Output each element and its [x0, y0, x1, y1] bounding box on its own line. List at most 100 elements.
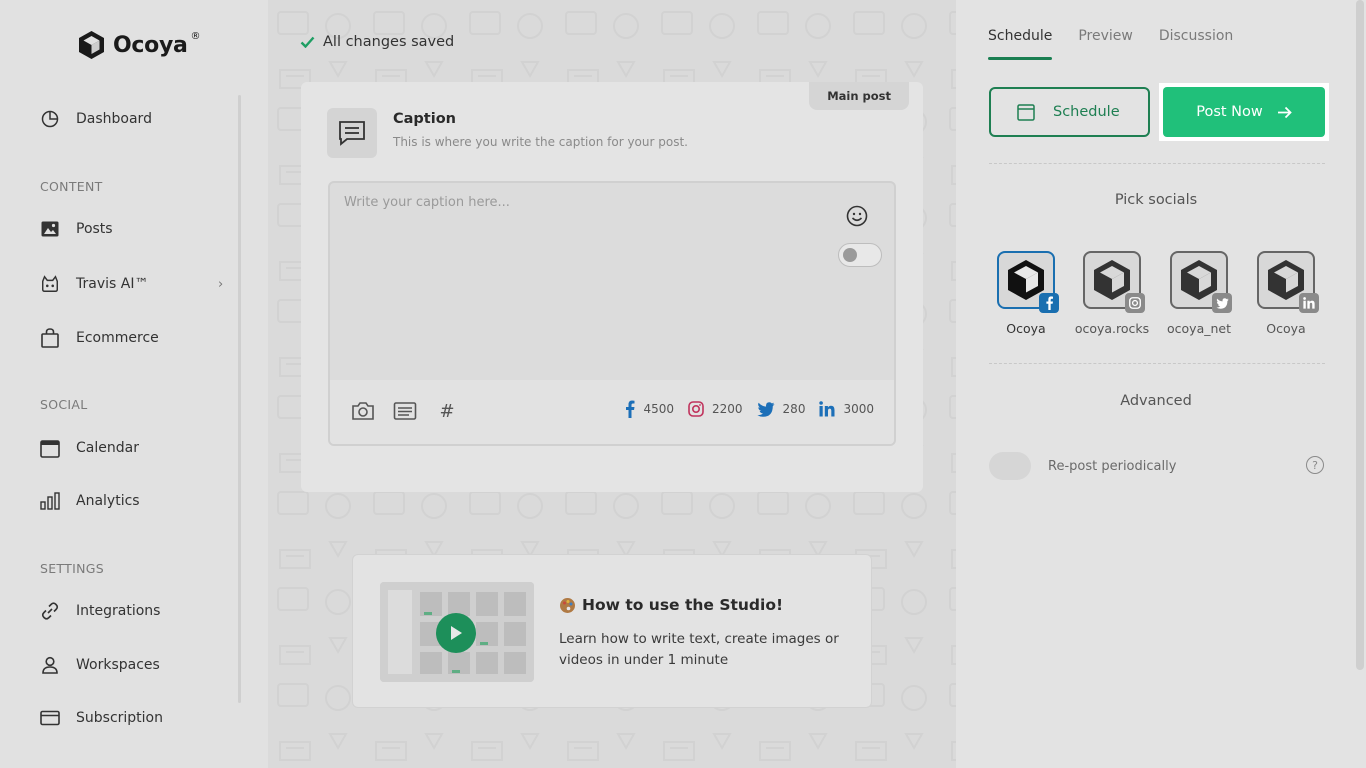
social-account-ocoya-twitter[interactable]: ocoya_net	[1167, 251, 1232, 336]
help-icon[interactable]: ?	[1306, 456, 1324, 474]
social-avatar	[1170, 251, 1232, 313]
post-now-button[interactable]: Post Now	[1163, 87, 1325, 137]
text-template-icon[interactable]	[392, 398, 418, 424]
section-settings: SETTINGS	[40, 561, 104, 576]
brand-name: Ocoya	[113, 32, 188, 58]
linkedin-limit: 3000	[819, 401, 874, 417]
save-status: All changes saved	[300, 34, 454, 50]
tutorial-card[interactable]: How to use the Studio! Learn how to writ…	[352, 554, 872, 708]
facebook-limit-value: 4500	[643, 402, 674, 416]
dashboard-icon	[40, 109, 60, 129]
repost-option: Re-post periodically	[989, 452, 1176, 480]
instagram-badge-icon	[1125, 293, 1145, 313]
caption-icon	[327, 108, 377, 158]
link-icon	[40, 601, 60, 621]
sidebar-item-label: Analytics	[76, 493, 140, 509]
sidebar-item-label: Integrations	[76, 603, 161, 619]
bag-icon	[40, 328, 60, 348]
social-account-ocoya-linkedin[interactable]: Ocoya	[1256, 251, 1319, 336]
pick-socials-heading: Pick socials	[1114, 192, 1198, 208]
social-account-ocoya-instagram[interactable]: ocoya.rocks	[1075, 251, 1149, 336]
main-post-badge[interactable]: Main post	[809, 82, 909, 110]
linkedin-limit-value: 3000	[843, 402, 874, 416]
check-icon	[300, 36, 315, 48]
schedule-button[interactable]: Schedule	[989, 87, 1150, 137]
repost-label: Re-post periodically	[1048, 458, 1177, 474]
linkedin-badge-icon	[1299, 293, 1319, 313]
calendar-icon	[1017, 104, 1035, 121]
sidebar-item-label: Ecommerce	[76, 330, 159, 346]
sidebar-item-calendar[interactable]: Calendar	[40, 438, 139, 458]
sidebar-item-label: Dashboard	[76, 111, 152, 127]
divider	[989, 163, 1325, 164]
sidebar-item-integrations[interactable]: Integrations	[40, 601, 160, 621]
sidebar-item-label: Calendar	[76, 440, 139, 456]
sidebar-item-label: Subscription	[76, 710, 163, 726]
linkedin-icon	[819, 401, 835, 417]
instagram-icon	[688, 401, 704, 417]
save-status-text: All changes saved	[323, 34, 455, 50]
sidebar-item-subscription[interactable]: Subscription	[40, 708, 163, 728]
sidebar-scrollbar[interactable]	[238, 95, 241, 703]
social-avatar	[1257, 251, 1319, 313]
sidebar-item-posts[interactable]: Posts	[40, 219, 113, 239]
tutorial-description: Learn how to write text, create images o…	[559, 631, 839, 668]
tab-discussion[interactable]: Discussion	[1159, 28, 1233, 60]
tutorial-thumbnail	[380, 582, 534, 682]
calendar-icon	[40, 438, 60, 458]
tutorial-title-text: How to use the Studio!	[582, 596, 784, 614]
caption-title: Caption	[393, 111, 456, 127]
sidebar-item-label: Travis AI™	[76, 276, 149, 292]
emoji-icon[interactable]	[846, 205, 868, 227]
character-limits: 4500 2200 280 3000	[625, 400, 874, 418]
twitter-limit: 280	[756, 401, 806, 417]
page-scrollbar[interactable]	[1356, 0, 1364, 670]
hashtag-icon[interactable]: #	[434, 398, 460, 424]
caption-input[interactable]	[330, 183, 820, 381]
editor-area: All changes saved Main post Caption This…	[268, 0, 956, 768]
post-now-label: Post Now	[1196, 104, 1263, 120]
caption-subtitle: This is where you write the caption for …	[393, 135, 688, 149]
divider	[989, 363, 1325, 364]
sidebar-item-dashboard[interactable]: Dashboard	[40, 109, 152, 129]
advanced-heading[interactable]: Advanced	[956, 393, 1356, 409]
brand-logo[interactable]: Ocoya ®	[78, 30, 206, 60]
tutorial-title: How to use the Studio!	[559, 596, 783, 614]
chevron-right-icon: ›	[218, 276, 224, 292]
schedule-button-label: Schedule	[1053, 104, 1120, 120]
user-icon	[40, 655, 60, 675]
post-now-highlight: Post Now	[1159, 83, 1329, 141]
section-content: CONTENT	[40, 179, 103, 194]
caption-editor: # 4500 2200 280	[328, 181, 896, 446]
camera-icon[interactable]	[350, 398, 376, 424]
caption-toggle[interactable]	[838, 243, 882, 267]
facebook-icon	[626, 400, 635, 418]
publish-panel: Schedule Preview Discussion Schedule Pos…	[956, 0, 1366, 768]
play-button[interactable]	[436, 613, 476, 653]
sidebar-item-analytics[interactable]: Analytics	[40, 491, 140, 511]
twitter-limit-value: 280	[782, 402, 806, 416]
section-social: SOCIAL	[40, 397, 88, 412]
social-avatar	[1083, 251, 1145, 313]
social-avatar	[997, 251, 1059, 313]
sidebar-item-ecommerce[interactable]: Ecommerce	[40, 328, 159, 348]
sidebar-item-workspaces[interactable]: Workspaces	[40, 655, 160, 675]
palette-emoji-icon	[560, 597, 575, 613]
tab-schedule[interactable]: Schedule	[988, 28, 1053, 60]
sidebar-item-label: Posts	[76, 221, 113, 237]
tab-preview[interactable]: Preview	[1078, 28, 1133, 60]
image-icon	[40, 219, 60, 239]
twitter-badge-icon	[1212, 293, 1232, 313]
credit-card-icon	[40, 708, 60, 728]
play-icon	[451, 626, 462, 640]
instagram-limit-value: 2200	[712, 402, 743, 416]
social-account-ocoya-facebook[interactable]: Ocoya	[996, 251, 1059, 336]
sidebar-item-travis-ai[interactable]: Travis AI™ ›	[40, 274, 223, 294]
instagram-limit: 2200	[688, 401, 743, 417]
facebook-limit: 4500	[625, 400, 674, 418]
editor-toolbar: # 4500 2200 280 3000	[330, 380, 894, 444]
arrow-right-icon	[1277, 106, 1292, 118]
sidebar-item-label: Workspaces	[76, 657, 160, 673]
registered-mark: ®	[190, 30, 201, 42]
repost-toggle[interactable]	[989, 452, 1031, 480]
